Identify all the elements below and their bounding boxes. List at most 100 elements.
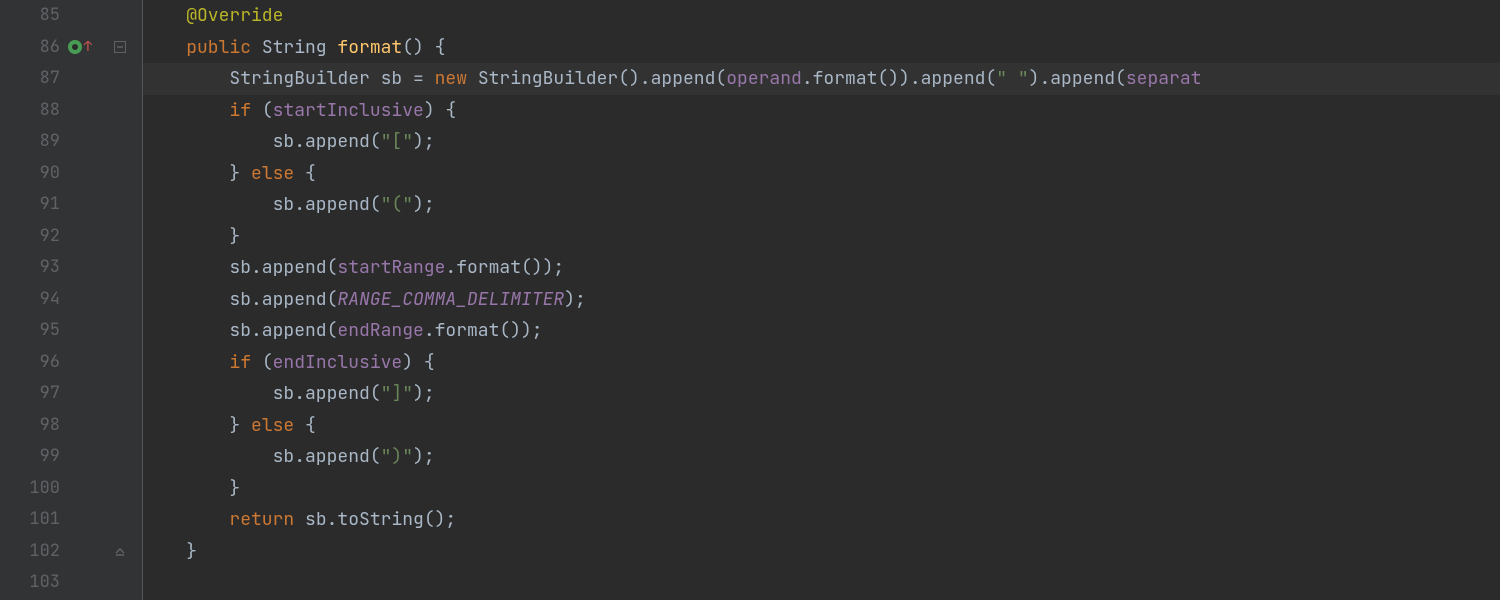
line-number[interactable]: 88 bbox=[0, 95, 60, 127]
code-line[interactable] bbox=[143, 567, 1500, 599]
line-number[interactable]: 90 bbox=[0, 158, 60, 190]
code-token: { bbox=[305, 158, 316, 190]
code-token: ( bbox=[262, 347, 273, 379]
gutter-line: 85 bbox=[0, 0, 142, 32]
code-line[interactable]: sb.append("["); bbox=[143, 126, 1500, 158]
line-number[interactable]: 100 bbox=[0, 473, 60, 505]
code-token: } bbox=[229, 473, 240, 505]
code-line[interactable]: } bbox=[143, 221, 1500, 253]
code-token: String bbox=[262, 32, 338, 64]
indent bbox=[143, 126, 273, 158]
gutter-line: 90 bbox=[0, 158, 142, 190]
code-token: sb.append( bbox=[273, 189, 381, 221]
gutter: 8586 ↑ 87888990919293949596979899100101102… bbox=[0, 0, 143, 600]
gutter-marker-slot: ↑ bbox=[60, 32, 100, 64]
code-token: else bbox=[251, 410, 305, 442]
gutter-line: 99 bbox=[0, 441, 142, 473]
code-line[interactable]: StringBuilder sb = new StringBuilder().a… bbox=[143, 63, 1500, 95]
gutter-line: 101 bbox=[0, 504, 142, 536]
indent bbox=[143, 221, 229, 253]
code-token: format bbox=[337, 32, 402, 64]
code-line[interactable]: @Override bbox=[143, 0, 1500, 32]
code-token: .format()); bbox=[445, 252, 564, 284]
code-token: public bbox=[186, 32, 262, 64]
code-line[interactable]: } else { bbox=[143, 158, 1500, 190]
indent bbox=[143, 189, 273, 221]
gutter-line: 92 bbox=[0, 221, 142, 253]
line-number[interactable]: 93 bbox=[0, 252, 60, 284]
indent bbox=[143, 284, 229, 316]
code-token: if bbox=[229, 347, 261, 379]
gutter-line: 91 bbox=[0, 189, 142, 221]
line-number[interactable]: 101 bbox=[0, 504, 60, 536]
line-number[interactable]: 94 bbox=[0, 284, 60, 316]
code-line[interactable]: } else { bbox=[143, 410, 1500, 442]
code-line[interactable]: sb.append(startRange.format()); bbox=[143, 252, 1500, 284]
code-token: StringBuilder().append( bbox=[478, 63, 726, 95]
code-line[interactable]: sb.append(RANGE_COMMA_DELIMITER); bbox=[143, 284, 1500, 316]
line-number[interactable]: 91 bbox=[0, 189, 60, 221]
line-number[interactable]: 99 bbox=[0, 441, 60, 473]
gutter-line: 98 bbox=[0, 410, 142, 442]
code-token: ); bbox=[413, 126, 435, 158]
line-number[interactable]: 92 bbox=[0, 221, 60, 253]
code-token: ); bbox=[564, 284, 586, 316]
fold-handle[interactable] bbox=[100, 41, 140, 53]
line-number[interactable]: 87 bbox=[0, 63, 60, 95]
indent bbox=[143, 347, 229, 379]
code-line[interactable]: public String format() { bbox=[143, 32, 1500, 64]
code-editor: 8586 ↑ 87888990919293949596979899100101102… bbox=[0, 0, 1500, 600]
indent bbox=[143, 536, 186, 568]
code-token: { bbox=[305, 410, 316, 442]
code-token: ); bbox=[413, 441, 435, 473]
code-line[interactable]: return sb.toString(); bbox=[143, 504, 1500, 536]
code-token: sb.append( bbox=[229, 284, 337, 316]
fold-handle[interactable] bbox=[100, 545, 140, 557]
line-number[interactable]: 97 bbox=[0, 378, 60, 410]
code-token: ")" bbox=[381, 441, 413, 473]
code-line[interactable]: sb.append("("); bbox=[143, 189, 1500, 221]
line-number[interactable]: 98 bbox=[0, 410, 60, 442]
gutter-line: 93 bbox=[0, 252, 142, 284]
gutter-line: 102 bbox=[0, 536, 142, 568]
code-token: ).append( bbox=[1029, 63, 1126, 95]
code-token: if bbox=[229, 95, 261, 127]
line-number[interactable]: 86 bbox=[0, 32, 60, 64]
line-number[interactable]: 95 bbox=[0, 315, 60, 347]
indent bbox=[143, 32, 186, 64]
code-token: sb.append( bbox=[273, 378, 381, 410]
code-token: sb.append( bbox=[229, 315, 337, 347]
code-token: startRange bbox=[337, 252, 445, 284]
fold-icon bbox=[114, 41, 126, 53]
fold-icon bbox=[114, 545, 126, 557]
code-line[interactable]: } bbox=[143, 536, 1500, 568]
code-token: endInclusive bbox=[273, 347, 403, 379]
line-number[interactable]: 102 bbox=[0, 536, 60, 568]
code-line[interactable]: sb.append("]"); bbox=[143, 378, 1500, 410]
up-arrow-icon[interactable]: ↑ bbox=[84, 32, 92, 64]
gutter-line: 88 bbox=[0, 95, 142, 127]
code-token: () { bbox=[402, 32, 445, 64]
line-number[interactable]: 89 bbox=[0, 126, 60, 158]
code-line[interactable]: } bbox=[143, 473, 1500, 505]
code-token: } bbox=[229, 158, 251, 190]
code-line[interactable]: sb.append(")"); bbox=[143, 441, 1500, 473]
code-token: separat bbox=[1126, 63, 1202, 95]
code-line[interactable]: if (endInclusive) { bbox=[143, 347, 1500, 379]
line-number[interactable]: 103 bbox=[0, 567, 60, 599]
indent bbox=[143, 410, 229, 442]
code-line[interactable]: if (startInclusive) { bbox=[143, 95, 1500, 127]
code-token: .format()); bbox=[424, 315, 543, 347]
line-number[interactable]: 96 bbox=[0, 347, 60, 379]
code-token: } bbox=[229, 221, 240, 253]
code-token: return bbox=[229, 504, 305, 536]
indent bbox=[143, 0, 186, 32]
code-token: } bbox=[229, 410, 251, 442]
code-line[interactable]: sb.append(endRange.format()); bbox=[143, 315, 1500, 347]
code-token: " " bbox=[996, 63, 1028, 95]
line-number[interactable]: 85 bbox=[0, 0, 60, 32]
indent bbox=[143, 504, 229, 536]
code-area[interactable]: @Override public String format() { Strin… bbox=[143, 0, 1500, 600]
indent bbox=[143, 315, 229, 347]
override-marker-icon[interactable] bbox=[68, 40, 82, 54]
